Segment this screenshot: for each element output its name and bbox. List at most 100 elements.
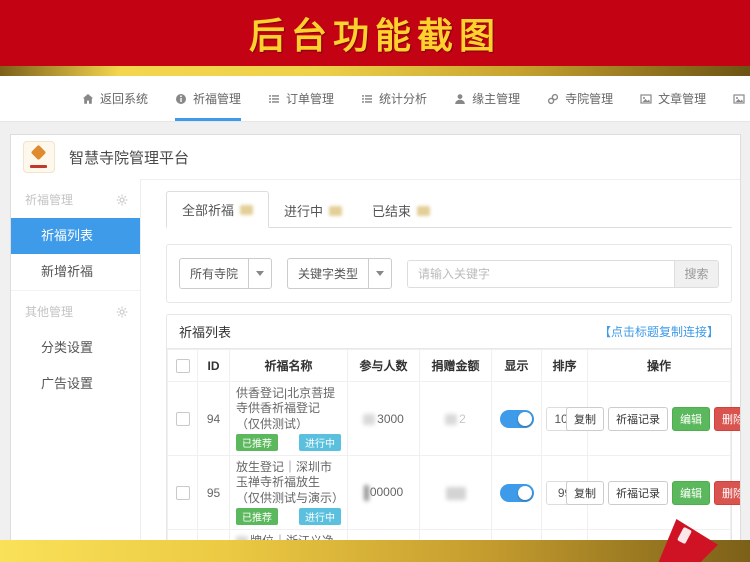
nav-item-5[interactable]: 缘主管理 [454, 76, 520, 121]
gold-divider-top [0, 66, 750, 76]
ribbon-glyph-fragment [677, 526, 692, 545]
tab-count-blurred [329, 205, 343, 216]
slide-title: 后台功能截图 [248, 15, 501, 56]
redacted-blur [363, 413, 376, 425]
nav-item-label: 缘主管理 [472, 92, 521, 106]
tab-label: 已结束 [372, 204, 412, 219]
screenshot-root: 后台功能截图 返回系统祈福管理订单管理统计分析缘主管理寺院管理文章管理栏目一栏目… [0, 0, 750, 562]
search-button[interactable]: 搜索 [674, 260, 718, 287]
delete-button[interactable]: 删除 [714, 480, 740, 505]
prayer-table: ID 祈福名称 参与人数 捐赠金额 显示 排序 操作 94 供香登记|北京菩提寺供香祈福登记（… [167, 349, 740, 562]
logo-diamond-icon [30, 144, 47, 161]
copy-button[interactable]: 复制 [566, 406, 604, 431]
nav-item-label: 寺院管理 [565, 92, 614, 106]
recommend-badge[interactable]: 已推荐 [236, 508, 278, 526]
sidebar-section-label: 其他管理 [25, 305, 74, 319]
app-header: 智慧寺院管理平台 [11, 135, 740, 180]
edit-button[interactable]: 编辑 [672, 406, 710, 431]
status-tabs: 全部祈福 进行中 已结束 [166, 191, 732, 228]
row-id: 95 [197, 455, 230, 531]
sidebar-section-label: 祈福管理 [25, 193, 74, 207]
copy-title-link[interactable]: 【点击标题复制连接】 [599, 323, 719, 340]
temple-select-value: 所有寺院 [190, 267, 239, 281]
nav-item-label: 祈福管理 [193, 92, 242, 106]
tab-label: 进行中 [284, 204, 324, 219]
nav-item-1[interactable]: 返回系统 [82, 76, 148, 121]
toggle-knob [517, 485, 532, 500]
sidebar-section-header-1[interactable]: 祈福管理 [11, 179, 140, 218]
info-icon [175, 93, 187, 105]
nav-item-label: 统计分析 [379, 92, 428, 106]
table-header-row: ID 祈福名称 参与人数 捐赠金额 显示 排序 操作 [167, 349, 731, 382]
redacted-blur [445, 486, 466, 500]
keyword-type-value: 关键字类型 [298, 267, 359, 281]
nav-item-2[interactable]: 祈福管理 [175, 76, 242, 121]
prayer-record-button[interactable]: 祈福记录 [608, 406, 668, 431]
donation-cell [419, 455, 492, 531]
column-header: 捐赠金额 [419, 349, 492, 382]
sidebar-item-2-1[interactable]: 分类设置 [11, 330, 140, 366]
sidebar-item-1-1[interactable]: 祈福列表 [11, 218, 140, 254]
prayer-name: 供香登记|北京菩提寺供香祈福登记（仅供测试） [236, 386, 336, 431]
admin-card: 智慧寺院管理平台 祈福管理 祈福列表 新增祈福 其他管理 分类设置 广告设置 全部祈福 进行… [10, 134, 741, 562]
table-row: 95 放生登记｜深圳市玉禅寺祈福放生（仅供测试与演示） 已推荐 进行中 00000 99 复… [167, 455, 740, 531]
recommend-badge[interactable]: 已推荐 [236, 434, 278, 452]
row-checkbox[interactable] [175, 411, 190, 426]
home-icon [82, 93, 94, 105]
logo-wordmark [30, 165, 47, 168]
top-navigation: 返回系统祈福管理订单管理统计分析缘主管理寺院管理文章管理栏目一栏目二 [0, 76, 750, 122]
tab-3[interactable]: 已结束 [357, 193, 445, 228]
donation-value: 2 [459, 411, 466, 426]
image-icon [640, 93, 652, 105]
column-header: 祈福名称 [229, 349, 348, 382]
edit-button[interactable]: 编辑 [672, 480, 710, 505]
gold-divider-bottom [0, 540, 750, 562]
display-toggle[interactable] [499, 483, 534, 502]
prayer-name: 放生登记｜深圳市玉禅寺祈福放生（仅供测试与演示） [236, 460, 345, 505]
column-header: ID [197, 349, 230, 382]
nav-item-7[interactable]: 文章管理 [640, 76, 706, 121]
panel-heading: 祈福列表 【点击标题复制连接】 [167, 315, 731, 349]
tab-count-blurred [417, 205, 431, 216]
nav-item-6[interactable]: 寺院管理 [547, 76, 613, 121]
sidebar-item-1-2[interactable]: 新增祈福 [11, 254, 140, 290]
sidebar-section-header-2[interactable]: 其他管理 [11, 290, 140, 330]
toggle-knob [517, 411, 532, 426]
chevron-down-icon [368, 259, 391, 288]
image-icon [733, 93, 745, 105]
delete-button[interactable]: 删除 [714, 406, 740, 431]
donation-cell: 2 [419, 380, 492, 457]
redacted-blur [445, 413, 458, 425]
nav-item-3[interactable]: 订单管理 [268, 76, 334, 121]
tab-1[interactable]: 全部祈福 [166, 191, 270, 228]
keyword-input[interactable] [408, 260, 674, 287]
list-icon [361, 93, 373, 105]
copy-button[interactable]: 复制 [566, 480, 604, 505]
nav-item-4[interactable]: 统计分析 [361, 76, 427, 121]
nav-item-label: 返回系统 [100, 92, 149, 106]
row-actions: 复制祈福记录编辑删除 [566, 480, 740, 505]
participants-cell: 00000 [347, 455, 420, 531]
slide-banner: 后台功能截图 [0, 0, 750, 66]
column-header: 显示 [491, 349, 542, 382]
select-all-checkbox[interactable] [175, 358, 190, 373]
table-row: 94 供香登记|北京菩提寺供香祈福登记（仅供测试） 已推荐 进行中 3000 2 100 复制… [167, 380, 740, 457]
prayer-record-button[interactable]: 祈福记录 [608, 480, 668, 505]
row-id: 94 [197, 380, 230, 457]
gear-icon [116, 194, 128, 206]
display-toggle[interactable] [499, 409, 534, 428]
sidebar-item-2-2[interactable]: 广告设置 [11, 366, 140, 402]
chevron-down-icon [248, 259, 271, 288]
nav-item-label: 订单管理 [286, 92, 335, 106]
tab-2[interactable]: 进行中 [269, 193, 357, 228]
nav-item-label: 文章管理 [658, 92, 707, 106]
keyword-type-select[interactable]: 关键字类型 [287, 258, 393, 289]
row-checkbox[interactable] [175, 486, 190, 501]
tab-label: 全部祈福 [182, 203, 235, 218]
status-badge: 进行中 [299, 434, 341, 452]
sidebar: 祈福管理祈福列表 新增祈福其他管理分类设置 广告设置 [11, 179, 141, 562]
nav-item-8[interactable]: 栏目一 [733, 76, 750, 121]
main-content: 全部祈福进行中已结束 所有寺院 关键字类型 搜索 [141, 179, 740, 562]
temple-select[interactable]: 所有寺院 [179, 258, 273, 289]
row-actions: 复制祈福记录编辑删除 [566, 406, 740, 431]
